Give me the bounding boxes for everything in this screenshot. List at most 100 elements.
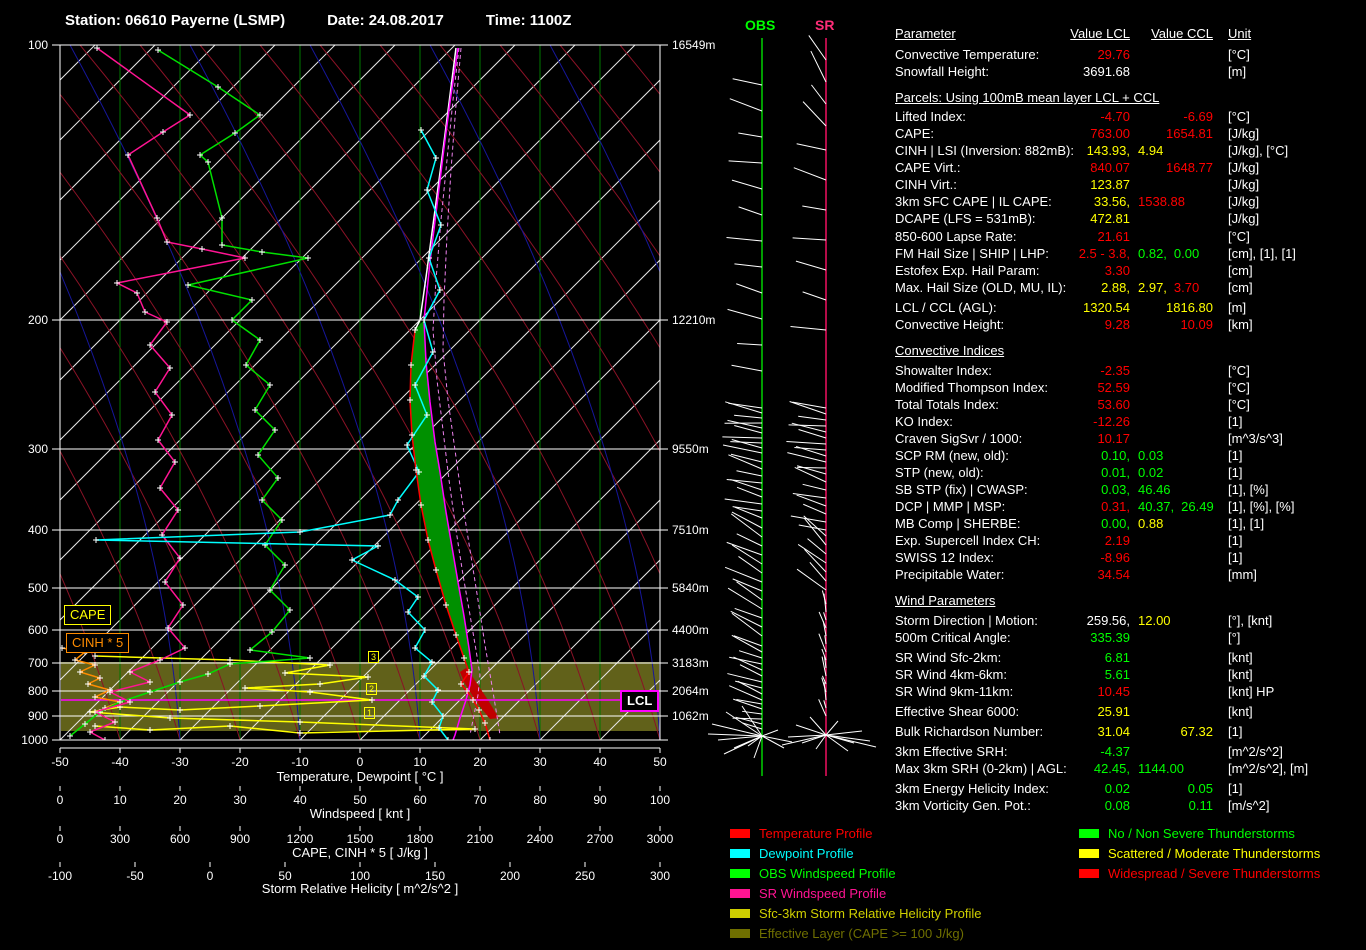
parameter-unit: [1] bbox=[1228, 448, 1242, 463]
parameter-unit: [1] bbox=[1228, 550, 1242, 565]
parameter-row: LCL / CCL (AGL):1320.541816.80[m] bbox=[895, 300, 1366, 317]
parameter-row: 850-600 Lapse Rate:21.61[°C] bbox=[895, 229, 1366, 246]
parameter-unit: [°C] bbox=[1228, 363, 1250, 378]
parameter-unit: [m] bbox=[1228, 300, 1246, 315]
parameter-value-lcl: 0.31, bbox=[990, 499, 1130, 514]
parameter-value-lcl: 3691.68 bbox=[990, 64, 1130, 79]
parameter-value-lcl: 10.45 bbox=[990, 684, 1130, 699]
svg-text:500: 500 bbox=[28, 581, 48, 595]
svg-text:3000: 3000 bbox=[647, 832, 674, 846]
parameter-value-lcl: 143.93, bbox=[990, 143, 1130, 158]
parameter-value-lcl: 3.30 bbox=[990, 263, 1130, 278]
parameter-value-ccl: 67.32 bbox=[1140, 724, 1213, 739]
svg-text:600: 600 bbox=[28, 623, 48, 637]
col-header-parameter: Parameter bbox=[895, 26, 956, 41]
parameter-label: Lifted Index: bbox=[895, 109, 966, 124]
parameter-value-extra: 2.97,3.70 bbox=[1138, 280, 1206, 295]
parameter-value-lcl: 1320.54 bbox=[990, 300, 1130, 315]
parameter-value-lcl: 0.03, bbox=[990, 482, 1130, 497]
srh-level-marker: 2 bbox=[366, 683, 377, 695]
parameter-value-lcl: 840.07 bbox=[990, 160, 1130, 175]
parameter-value-lcl: 0.00, bbox=[990, 516, 1130, 531]
parameter-unit: [cm], [1], [1] bbox=[1228, 246, 1296, 261]
parameter-label: STP (new, old): bbox=[895, 465, 984, 480]
legend-label: Effective Layer (CAPE >= 100 J/kg) bbox=[759, 926, 964, 941]
parameter-label: Showalter Index: bbox=[895, 363, 992, 378]
parameter-value-ccl: 10.09 bbox=[1140, 317, 1213, 332]
svg-text:100: 100 bbox=[650, 793, 670, 807]
parameter-row: Max 3km SRH (0-2km) | AGL:42.45,1144.00[… bbox=[895, 761, 1366, 778]
legend-swatch bbox=[730, 869, 750, 878]
bottom-axes: -50-40-30-20-1001020304050Temperature, D… bbox=[48, 748, 674, 896]
parameter-value-extra: 12.00 bbox=[1138, 613, 1178, 628]
parameter-row: KO Index:-12.26[1] bbox=[895, 414, 1366, 431]
parameter-value-lcl: 335.39 bbox=[990, 630, 1130, 645]
svg-text:0: 0 bbox=[207, 869, 214, 883]
srh-level-marker: 3 bbox=[368, 651, 379, 663]
parameter-label: Total Totals Index: bbox=[895, 397, 999, 412]
parameter-row: Lifted Index:-4.70-6.69[°C] bbox=[895, 109, 1366, 126]
parameter-label: Precipitable Water: bbox=[895, 567, 1004, 582]
legend-item: OBS Windspeed Profile bbox=[730, 863, 982, 883]
legend-label: Sfc-3km Storm Relative Helicity Profile bbox=[759, 906, 982, 921]
svg-text:7510m: 7510m bbox=[672, 523, 709, 537]
parameter-row: SR Wind 4km-6km:5.61[knt] bbox=[895, 667, 1366, 684]
parameter-value-ccl: -6.69 bbox=[1140, 109, 1213, 124]
svg-text:1200: 1200 bbox=[287, 832, 314, 846]
parameter-row: SWISS 12 Index:-8.96[1] bbox=[895, 550, 1366, 567]
cape-plot-label: CAPE bbox=[64, 605, 111, 625]
svg-text:12210m: 12210m bbox=[672, 313, 715, 327]
parameter-value-extra: 0.03 bbox=[1138, 448, 1170, 463]
svg-text:50: 50 bbox=[653, 755, 667, 769]
parameter-row: DCP | MMP | MSP:0.31,40.37,26.49[1], [%]… bbox=[895, 499, 1366, 516]
parameter-unit: [m^2/s^2], [m] bbox=[1228, 761, 1308, 776]
svg-text:CAPE, CINH * 5 [ J/kg ]: CAPE, CINH * 5 [ J/kg ] bbox=[292, 845, 428, 860]
svg-text:50: 50 bbox=[353, 793, 367, 807]
svg-text:40: 40 bbox=[593, 755, 607, 769]
parameter-unit: [1], [%], [%] bbox=[1228, 499, 1294, 514]
svg-text:3183m: 3183m bbox=[672, 656, 709, 670]
parameter-value-extra: 0.02 bbox=[1138, 465, 1170, 480]
parameter-unit: [J/kg] bbox=[1228, 194, 1259, 209]
parameter-row: 500m Critical Angle:335.39[°] bbox=[895, 630, 1366, 647]
parameter-value-extra: 46.46 bbox=[1138, 482, 1178, 497]
parameter-value-lcl: 2.19 bbox=[990, 533, 1130, 548]
parameter-value-extra: 0.88 bbox=[1138, 516, 1170, 531]
parameter-row: 3km Effective SRH:-4.37[m^2/s^2] bbox=[895, 744, 1366, 761]
parameter-unit: [km] bbox=[1228, 317, 1253, 332]
svg-text:200: 200 bbox=[28, 313, 48, 327]
obs-column-label: OBS bbox=[745, 17, 775, 33]
svg-text:90: 90 bbox=[593, 793, 607, 807]
parameter-label: Snowfall Height: bbox=[895, 64, 989, 79]
parameter-unit: [1], [%] bbox=[1228, 482, 1268, 497]
legend-label: Widespread / Severe Thunderstorms bbox=[1108, 866, 1320, 881]
parameter-value-lcl: 42.45, bbox=[990, 761, 1130, 776]
parameter-row: SR Wind 9km-11km:10.45[knt] HP bbox=[895, 684, 1366, 701]
svg-text:900: 900 bbox=[230, 832, 250, 846]
parameter-unit: [°C] bbox=[1228, 397, 1250, 412]
parameter-value-ccl: 0.11 bbox=[1140, 798, 1213, 813]
legend-swatch bbox=[1079, 829, 1099, 838]
station-title: Station: 06610 Payerne (LSMP) bbox=[65, 12, 285, 29]
parameter-row: DCAPE (LFS = 531mB):472.81[J/kg] bbox=[895, 211, 1366, 228]
parameter-unit: [knt] bbox=[1228, 667, 1253, 682]
parameter-unit: [J/kg], [°C] bbox=[1228, 143, 1288, 158]
svg-text:-20: -20 bbox=[231, 755, 249, 769]
parameter-label: CAPE Virt.: bbox=[895, 160, 961, 175]
parameter-value-lcl: 0.01, bbox=[990, 465, 1130, 480]
parameter-value-lcl: 2.5 - 3.8, bbox=[990, 246, 1130, 261]
svg-text:-40: -40 bbox=[111, 755, 129, 769]
parameter-unit: [°C] bbox=[1228, 109, 1250, 124]
parameter-row: 3km Vorticity Gen. Pot.:0.080.11[m/s^2] bbox=[895, 798, 1366, 815]
parameter-unit: [J/kg] bbox=[1228, 160, 1259, 175]
svg-text:Windspeed [ knt ]: Windspeed [ knt ] bbox=[310, 806, 410, 821]
parameter-value-lcl: 52.59 bbox=[990, 380, 1130, 395]
legend-label: No / Non Severe Thunderstorms bbox=[1108, 826, 1295, 841]
parameter-unit: [m^2/s^2] bbox=[1228, 744, 1283, 759]
parameter-row: 3km Energy Helicity Index:0.020.05[1] bbox=[895, 781, 1366, 798]
parameter-unit: [°C] bbox=[1228, 380, 1250, 395]
parameter-value-extra: 1538.88 bbox=[1138, 194, 1192, 209]
parameter-row: SR Wind Sfc-2km:6.81[knt] bbox=[895, 650, 1366, 667]
parameter-label: Convective Height: bbox=[895, 317, 1004, 332]
col-header-value-lcl: Value LCL bbox=[990, 26, 1130, 41]
